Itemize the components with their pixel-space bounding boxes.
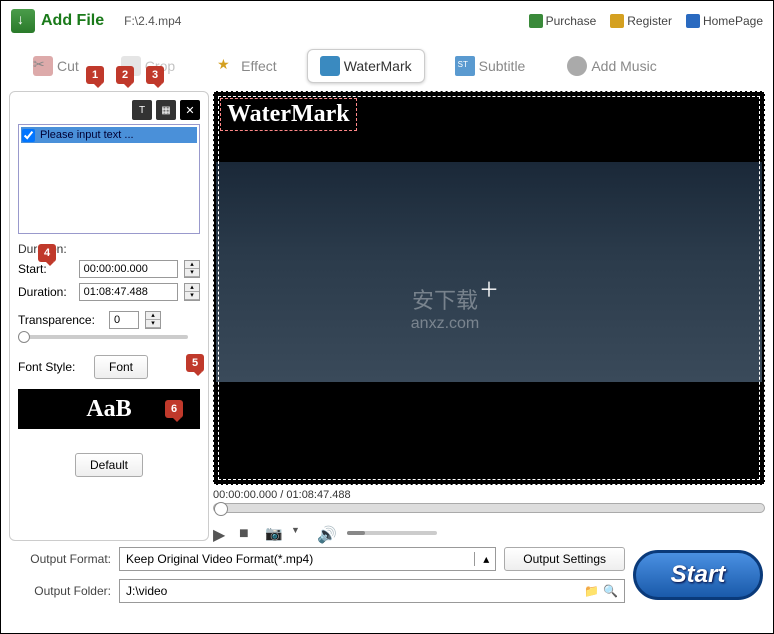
watermark-item-checkbox[interactable] [22, 129, 35, 142]
default-button[interactable]: Default [75, 453, 143, 477]
callout-5: 5 [186, 354, 204, 372]
callout-4: 4 [38, 244, 56, 262]
duration-label: Duration: [18, 285, 73, 299]
site-watermark: 安下载 anxz.com [411, 283, 479, 333]
purchase-label: Purchase [546, 14, 597, 28]
watermark-text-overlay[interactable]: WaterMark [220, 98, 357, 131]
register-link[interactable]: Register [610, 14, 672, 28]
output-format-label: Output Format: [11, 552, 111, 566]
start-time-input[interactable]: 00:00:00.000 [79, 260, 178, 278]
preview-area: WaterMark ＋ 安下载 anxz.com 00:00:00.000 / … [213, 91, 765, 541]
tab-addmusic[interactable]: Add Music [555, 50, 668, 82]
transparency-label: Transparence: [18, 313, 103, 327]
homepage-link[interactable]: HomePage [686, 14, 763, 28]
watermark-sidebar: 1 2 3 T ▦ ✕ Please input text ... 4 Dura… [9, 91, 209, 541]
stop-button[interactable]: ■ [239, 525, 255, 541]
watermark-list[interactable]: Please input text ... [18, 124, 200, 234]
star-icon: ★ [217, 56, 237, 76]
output-folder-input[interactable]: J:\video 📁 🔍 [119, 579, 625, 603]
timeline: 00:00:00.000 / 01:08:47.488 [213, 485, 765, 517]
site-wm-cn: 安下载 [411, 283, 479, 315]
top-right-links: Purchase Register HomePage [529, 14, 763, 28]
tab-addmusic-label: Add Music [591, 58, 656, 74]
snapshot-dropdown[interactable]: ▼ [291, 525, 307, 541]
video-frame-image [216, 162, 762, 382]
file-path-text: F:\2.4.mp4 [124, 14, 181, 28]
cart-icon [529, 14, 543, 28]
font-style-label: Font Style: [18, 360, 88, 374]
callout-1: 1 [86, 66, 104, 84]
open-folder-icon[interactable]: 🔍 [603, 584, 618, 598]
playback-controls: ▶ ■ 📷 ▼ 🔊 [213, 525, 765, 541]
tab-cut-label: Cut [57, 58, 79, 74]
center-crosshair-icon: ＋ [479, 274, 499, 303]
slider-thumb[interactable] [18, 331, 30, 343]
add-file-icon [11, 9, 35, 33]
music-icon [567, 56, 587, 76]
output-format-value: Keep Original Video Format(*.mp4) [126, 552, 313, 566]
callout-2: 2 [116, 66, 134, 84]
font-button[interactable]: Font [94, 355, 148, 379]
progress-bar[interactable] [213, 503, 765, 513]
home-icon [686, 14, 700, 28]
volume-slider[interactable] [347, 531, 437, 535]
start-label: Start [671, 561, 726, 589]
start-time-value: 00:00:00.000 [84, 263, 148, 275]
watermark-list-item[interactable]: Please input text ... [21, 127, 197, 143]
register-label: Register [627, 14, 672, 28]
dropdown-arrow-icon: ▴ [474, 552, 489, 566]
top-bar: Add File F:\2.4.mp4 Purchase Register Ho… [1, 1, 773, 41]
time-display: 00:00:00.000 / 01:08:47.488 [213, 489, 765, 501]
tab-effect[interactable]: ★ Effect [205, 50, 289, 82]
callout-3: 3 [146, 66, 164, 84]
add-file-button[interactable]: Add File [11, 9, 104, 33]
transparency-input[interactable]: 0 [109, 311, 139, 329]
browse-folder-icon[interactable]: 📁 [584, 584, 599, 598]
video-preview[interactable]: WaterMark ＋ 安下载 anxz.com [213, 91, 765, 485]
play-button[interactable]: ▶ [213, 525, 229, 541]
tab-watermark-label: WaterMark [344, 58, 412, 74]
remove-watermark-button[interactable]: ✕ [180, 100, 200, 120]
duration-time-input[interactable]: 01:08:47.488 [79, 283, 178, 301]
tab-watermark[interactable]: WaterMark [307, 49, 425, 83]
output-settings-button[interactable]: Output Settings [504, 547, 625, 571]
output-folder-label: Output Folder: [11, 584, 111, 598]
subtitle-icon: ST [455, 56, 475, 76]
volume-fill [347, 531, 365, 535]
bottom-panel: Output Format: Keep Original Video Forma… [1, 541, 773, 609]
transparency-value: 0 [114, 314, 120, 326]
transparency-spinner[interactable]: ▴▾ [145, 311, 161, 329]
scissors-icon: ✂ [33, 56, 53, 76]
start-button[interactable]: Start [633, 550, 763, 600]
tab-effect-label: Effect [241, 58, 277, 74]
watermark-item-text: Please input text ... [37, 128, 137, 142]
snapshot-button[interactable]: 📷 [265, 525, 281, 541]
badge-icon [610, 14, 624, 28]
tab-cut[interactable]: ✂ Cut [21, 50, 91, 82]
callout-6: 6 [165, 400, 183, 418]
output-format-select[interactable]: Keep Original Video Format(*.mp4) ▴ [119, 547, 496, 571]
site-wm-url: anxz.com [411, 315, 479, 333]
tab-subtitle[interactable]: ST Subtitle [443, 50, 538, 82]
progress-thumb[interactable] [214, 502, 228, 516]
homepage-label: HomePage [703, 14, 763, 28]
start-spinner[interactable]: ▴▾ [184, 260, 200, 278]
watermark-icon [320, 56, 340, 76]
duration-time-value: 01:08:47.488 [84, 286, 148, 298]
add-text-watermark-button[interactable]: T [132, 100, 152, 120]
add-file-label: Add File [41, 12, 104, 30]
add-image-watermark-button[interactable]: ▦ [156, 100, 176, 120]
output-folder-value: J:\video [126, 584, 167, 598]
sidebar-icon-row: T ▦ ✕ [18, 100, 200, 120]
main-content: 1 2 3 T ▦ ✕ Please input text ... 4 Dura… [1, 91, 773, 541]
purchase-link[interactable]: Purchase [529, 14, 597, 28]
duration-spinner[interactable]: ▴▾ [184, 283, 200, 301]
transparency-slider[interactable] [18, 335, 188, 339]
volume-icon[interactable]: 🔊 [317, 525, 333, 541]
tab-subtitle-label: Subtitle [479, 58, 526, 74]
